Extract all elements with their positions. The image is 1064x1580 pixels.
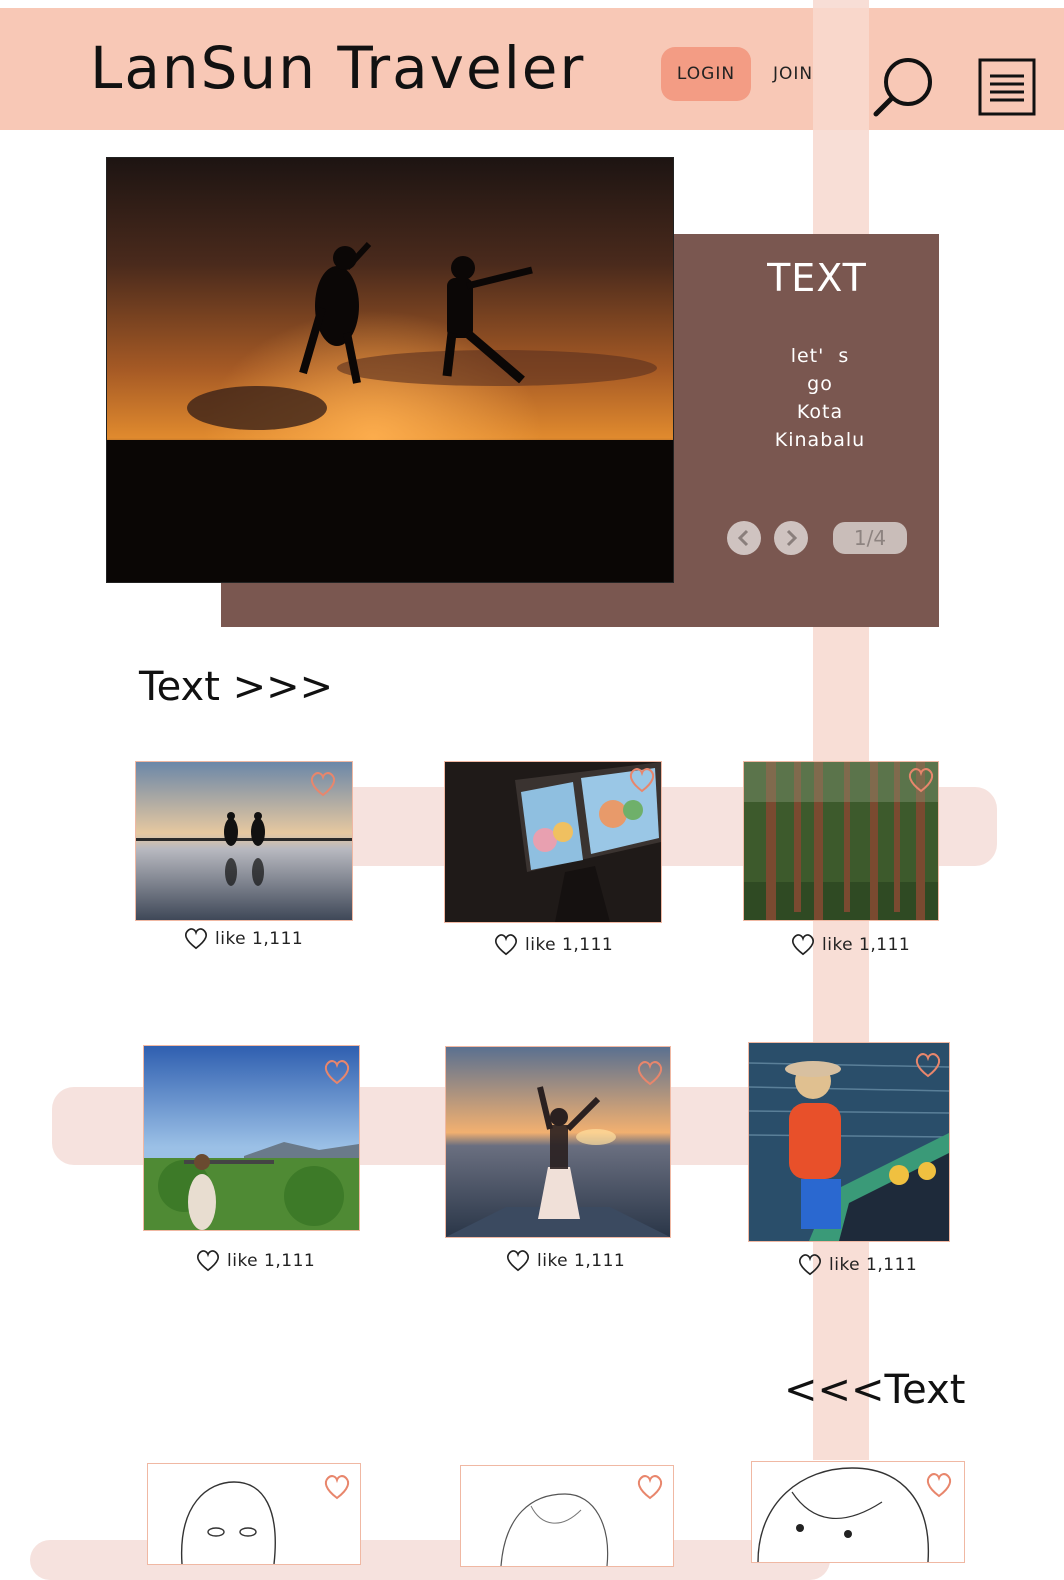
heart-icon[interactable] <box>907 767 935 793</box>
heart-outline-icon <box>197 1250 219 1272</box>
heart-outline-icon <box>495 934 517 956</box>
chevron-left-icon <box>737 529 749 547</box>
like-label: like 1,111 <box>537 1251 626 1271</box>
sketch-card-2[interactable] <box>460 1465 674 1567</box>
heart-icon[interactable] <box>323 1059 351 1085</box>
heart-outline-icon <box>792 934 814 956</box>
slide-counter: 1/4 <box>833 522 907 554</box>
like-count-6[interactable]: like 1,111 <box>797 1254 917 1276</box>
header-stripe <box>813 8 869 130</box>
like-count-4[interactable]: like 1,111 <box>195 1250 315 1272</box>
heart-icon[interactable] <box>628 767 656 793</box>
prev-slide-button[interactable] <box>727 521 761 555</box>
heart-icon[interactable] <box>636 1060 664 1086</box>
site-logo[interactable]: LanSun Traveler <box>90 34 585 102</box>
heart-icon[interactable] <box>323 1474 351 1500</box>
heart-icon[interactable] <box>914 1052 942 1078</box>
hero-subtitle: let' s go Kota Kinabalu <box>774 345 866 451</box>
search-icon[interactable] <box>872 56 936 124</box>
like-count-3[interactable]: like 1,111 <box>790 934 910 956</box>
like-label: like 1,111 <box>829 1255 918 1275</box>
like-label: like 1,111 <box>525 935 614 955</box>
section-title-2[interactable]: <<<Text <box>784 1367 965 1413</box>
like-count-2[interactable]: like 1,111 <box>493 934 613 956</box>
like-count-5[interactable]: like 1,111 <box>505 1250 625 1272</box>
section-title-1[interactable]: Text >>> <box>139 664 333 710</box>
hero-image[interactable] <box>106 157 674 583</box>
heart-icon[interactable] <box>636 1474 664 1500</box>
chevron-right-icon <box>786 529 798 547</box>
hero-title: TEXT <box>767 256 867 300</box>
sketch-card-3[interactable] <box>751 1461 965 1563</box>
top-header: LanSun Traveler LOGIN JOIN <box>0 8 1064 130</box>
like-label: like 1,111 <box>227 1251 316 1271</box>
menu-icon[interactable] <box>978 58 1038 122</box>
like-label: like 1,111 <box>215 929 304 949</box>
login-button[interactable]: LOGIN <box>661 47 751 101</box>
heart-icon[interactable] <box>309 771 337 797</box>
like-label: like 1,111 <box>822 935 911 955</box>
heart-outline-icon <box>185 928 207 950</box>
heart-icon[interactable] <box>925 1472 953 1498</box>
join-button[interactable]: JOIN <box>773 64 813 84</box>
next-slide-button[interactable] <box>774 521 808 555</box>
heart-outline-icon <box>507 1250 529 1272</box>
heart-outline-icon <box>799 1254 821 1276</box>
like-count-1[interactable]: like 1,111 <box>183 928 303 950</box>
